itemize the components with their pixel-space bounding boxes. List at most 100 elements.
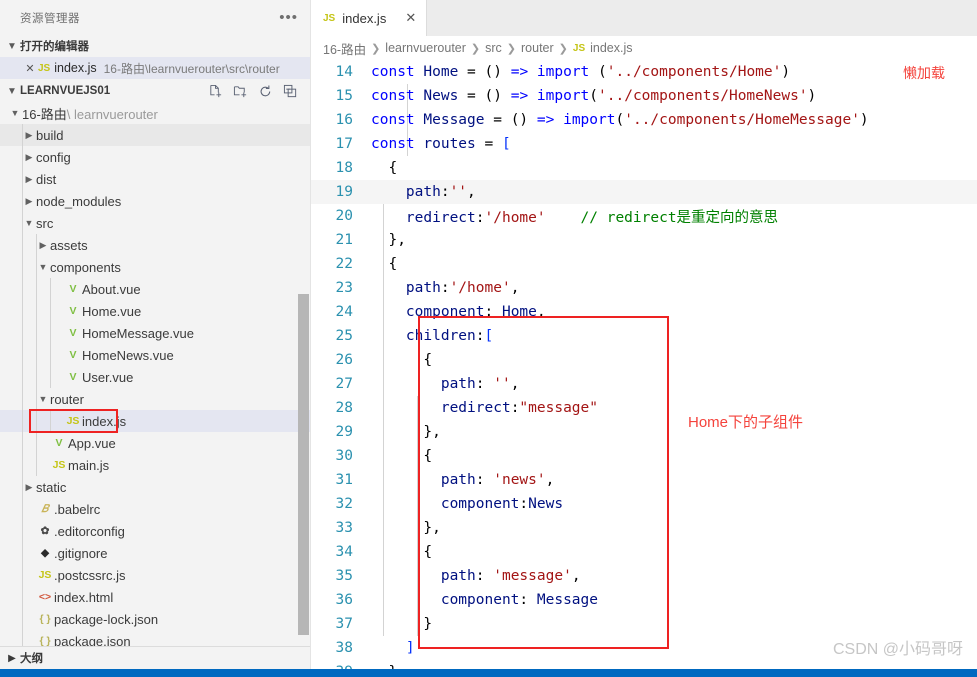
breadcrumb: 16-路由 ❯ learnvuerouter ❯ src ❯ router ❯ …: [311, 36, 977, 60]
tree-item-.gitignore[interactable]: ▶◆.gitignore: [0, 542, 310, 564]
close-icon[interactable]: ✕: [22, 62, 38, 75]
tree-item-.postcssrc.js[interactable]: ▶JS.postcssrc.js: [0, 564, 310, 586]
code-line-text: component: Home,: [369, 304, 546, 320]
json-file-icon: { }: [39, 612, 51, 625]
line-number: 35: [335, 568, 353, 584]
code-editor[interactable]: 14 const Home = () => import ('../compone…: [311, 60, 977, 669]
tree-item-nodemodules[interactable]: ▶ node_modules: [0, 190, 310, 212]
code-line[interactable]: 26 {: [311, 348, 977, 372]
chevron-down-icon[interactable]: ▼: [22, 218, 36, 228]
tree-item-package-lock.json[interactable]: ▶{ }package-lock.json: [0, 608, 310, 630]
tree-item-dist[interactable]: ▶ dist: [0, 168, 310, 190]
code-line[interactable]: 34 {: [311, 540, 977, 564]
code-line[interactable]: 28 redirect:"message": [311, 396, 977, 420]
tree-item-src[interactable]: ▼ src: [0, 212, 310, 234]
more-actions-icon[interactable]: •••: [279, 10, 298, 25]
chevron-right-icon[interactable]: ▶: [22, 196, 36, 207]
new-folder-icon[interactable]: [233, 84, 248, 99]
code-line[interactable]: 16 const Message = () => import('../compo…: [311, 108, 977, 132]
code-line[interactable]: 20 redirect:'/home' // redirect是重定向的意思: [311, 204, 977, 228]
vue-file-icon: V: [69, 348, 77, 361]
breadcrumb-item-3[interactable]: router: [521, 41, 554, 55]
code-line[interactable]: 19 path:'',: [311, 180, 977, 204]
breadcrumb-item-file[interactable]: index.js: [590, 41, 632, 55]
tree-item-components[interactable]: ▼ components: [0, 256, 310, 278]
tree-item-index.html[interactable]: ▶<>index.html: [0, 586, 310, 608]
tree-item-static[interactable]: ▶ static: [0, 476, 310, 498]
tree-item-.editorconfig[interactable]: ▶✿.editorconfig: [0, 520, 310, 542]
code-line[interactable]: 21 },: [311, 228, 977, 252]
close-icon[interactable]: ✕: [405, 10, 416, 26]
code-line[interactable]: 14 const Home = () => import ('../compone…: [311, 60, 977, 84]
code-line[interactable]: 30 {: [311, 444, 977, 468]
code-line-text: path:'/home',: [369, 280, 520, 296]
outline-section-header[interactable]: ▶ 大纲: [0, 646, 310, 669]
tree-item-router[interactable]: ▼ router: [0, 388, 310, 410]
code-line[interactable]: 39 },: [311, 660, 977, 669]
breadcrumb-item-0[interactable]: 16-路由: [323, 39, 366, 58]
tree-item-index.js[interactable]: ▶JSindex.js: [0, 410, 310, 432]
tab-index-js[interactable]: JS index.js ✕: [311, 0, 428, 36]
chevron-right-icon[interactable]: ▶: [36, 240, 50, 251]
code-line[interactable]: 37 }: [311, 612, 977, 636]
vscode-window: 资源管理器 ••• ▼ 打开的编辑器 ✕ JS index.js 16-路由\l…: [0, 0, 977, 677]
tree-item-app.vue[interactable]: ▶VApp.vue: [0, 432, 310, 454]
code-line[interactable]: 33 },: [311, 516, 977, 540]
tree-item-main.js[interactable]: ▶JSmain.js: [0, 454, 310, 476]
tree-item-assets[interactable]: ▶ assets: [0, 234, 310, 256]
tree-item-16-[interactable]: ▼ 16-路由\ learnvuerouter: [0, 102, 310, 124]
code-token: :: [484, 304, 502, 320]
chevron-right-icon[interactable]: ▶: [22, 174, 36, 185]
breadcrumb-item-2[interactable]: src: [485, 41, 502, 55]
code-line[interactable]: 36 component: Message: [311, 588, 977, 612]
tree-item-home.vue[interactable]: ▶VHome.vue: [0, 300, 310, 322]
code-token: ): [781, 64, 791, 80]
tree-indent-guide: [22, 542, 23, 564]
line-number: 34: [335, 544, 353, 560]
code-line[interactable]: 27 path: '',: [311, 372, 977, 396]
chevron-right-icon[interactable]: ▶: [22, 482, 36, 493]
open-editors-section-header[interactable]: ▼ 打开的编辑器: [0, 35, 310, 57]
chevron-right-icon: ❯: [558, 42, 568, 55]
watermark: CSDN @小码哥呀: [832, 641, 963, 658]
breadcrumb-item-1[interactable]: learnvuerouter: [385, 41, 466, 55]
code-line[interactable]: 25 children:[: [311, 324, 977, 348]
chevron-down-icon[interactable]: ▼: [36, 262, 50, 272]
code-line[interactable]: 23 path:'/home',: [311, 276, 977, 300]
code-line[interactable]: 15 const News = () => import('../componen…: [311, 84, 977, 108]
tree-item-about.vue[interactable]: ▶VAbout.vue: [0, 278, 310, 300]
editor-tab-bar: JS index.js ✕: [311, 0, 977, 36]
tree-item-homenews.vue[interactable]: ▶VHomeNews.vue: [0, 344, 310, 366]
tree-item-build[interactable]: ▶ build: [0, 124, 310, 146]
code-line-text: component: Message: [369, 592, 598, 608]
code-token: :: [475, 328, 485, 344]
code-line[interactable]: 29 },: [311, 420, 977, 444]
code-line[interactable]: 18 {: [311, 156, 977, 180]
line-number: 33: [335, 520, 353, 536]
code-line[interactable]: 31 path: 'news',: [311, 468, 977, 492]
sidebar-scrollbar[interactable]: [298, 294, 309, 635]
new-file-icon[interactable]: [208, 84, 223, 99]
code-line[interactable]: 35 path: 'message',: [311, 564, 977, 588]
tree-item-.babelrc[interactable]: ▶𝐵.babelrc: [0, 498, 310, 520]
collapse-all-icon[interactable]: [283, 84, 298, 99]
chevron-down-icon[interactable]: ▼: [8, 108, 22, 118]
chevron-down-icon[interactable]: ▼: [36, 394, 50, 404]
project-section-header[interactable]: ▼ LEARNVUEJS01: [0, 80, 310, 102]
chevron-right-icon[interactable]: ▶: [22, 152, 36, 163]
code-line-text: ]: [369, 640, 415, 656]
code-line[interactable]: 24 component: Home,: [311, 300, 977, 324]
tree-item-user.vue[interactable]: ▶VUser.vue: [0, 366, 310, 388]
code-line[interactable]: 32 component:News: [311, 492, 977, 516]
chevron-right-icon[interactable]: ▶: [22, 130, 36, 141]
code-token: ]: [371, 640, 415, 656]
open-editor-item-index-js[interactable]: ✕ JS index.js 16-路由\learnvuerouter\src\r…: [0, 57, 310, 79]
tree-item-homemessage.vue[interactable]: ▶VHomeMessage.vue: [0, 322, 310, 344]
code-line[interactable]: 22 {: [311, 252, 977, 276]
code-line[interactable]: 17 const routes = [: [311, 132, 977, 156]
refresh-icon[interactable]: [258, 84, 273, 99]
code-token: component: [405, 304, 485, 320]
tree-item-config[interactable]: ▶ config: [0, 146, 310, 168]
code-token: redirect: [405, 209, 476, 226]
